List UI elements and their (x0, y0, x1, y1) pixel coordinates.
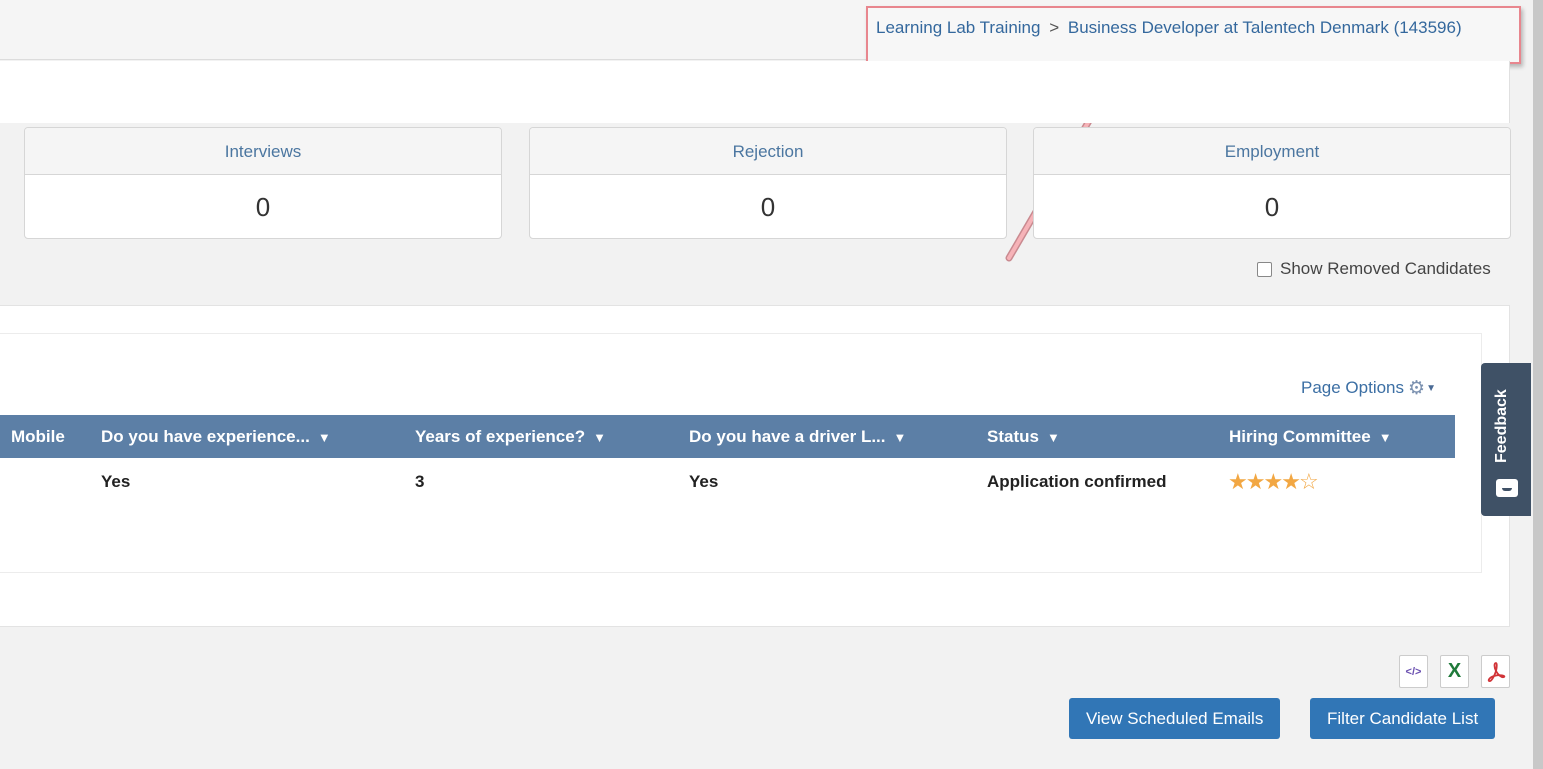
code-export-icon[interactable]: </> (1399, 655, 1428, 688)
star-filled-icon[interactable]: ★ (1263, 469, 1283, 494)
column-header-driver[interactable]: Do you have a driver L... ▼ (689, 415, 906, 459)
stat-card-interviews[interactable]: Interviews 0 (24, 127, 502, 239)
column-header-experience[interactable]: Do you have experience... ▼ (101, 415, 331, 459)
star-empty-icon[interactable]: ☆ (1299, 469, 1319, 494)
breadcrumb-current-link[interactable]: Business Developer at Talentech Denmark … (1068, 18, 1462, 37)
view-scheduled-emails-button[interactable]: View Scheduled Emails (1069, 698, 1281, 739)
show-removed-label: Show Removed Candidates (1280, 259, 1491, 278)
column-header-hiring-committee[interactable]: Hiring Committee ▼ (1229, 415, 1392, 459)
content-band (0, 61, 1510, 123)
stat-card-employment[interactable]: Employment 0 (1033, 127, 1511, 239)
rating-stars[interactable]: ★★★★☆ (1228, 469, 1319, 495)
breadcrumb-parent-link[interactable]: Learning Lab Training (876, 18, 1040, 37)
pdf-export-icon[interactable] (1481, 655, 1510, 688)
feedback-label: Feedback (1493, 389, 1510, 463)
cell-driver: Yes (689, 472, 719, 491)
feedback-face-icon (1496, 479, 1518, 497)
stat-label: Interviews (25, 128, 501, 175)
cell-status: Application confirmed (987, 472, 1167, 491)
show-removed-checkbox[interactable] (1257, 261, 1272, 277)
filter-icon[interactable]: ▼ (894, 416, 907, 459)
table-row[interactable]: Yes 3 Yes Application confirmed ★★★★☆ (0, 458, 1455, 508)
cell-experience: Yes (101, 472, 131, 491)
star-filled-icon[interactable]: ★ (1281, 469, 1301, 494)
filter-candidate-list-button[interactable]: Filter Candidate List (1310, 698, 1496, 739)
stat-card-rejection[interactable]: Rejection 0 (529, 127, 1007, 239)
cell-years: 3 (415, 472, 425, 491)
filter-icon[interactable]: ▼ (1047, 416, 1060, 459)
breadcrumb-separator: > (1049, 18, 1060, 37)
stat-label: Employment (1034, 128, 1510, 175)
page-options-label: Page Options (1301, 378, 1405, 397)
caret-down-icon: ▼ (1426, 382, 1436, 394)
pdf-icon (1487, 661, 1505, 682)
column-header-mobile[interactable]: Mobile (11, 415, 65, 458)
feedback-tab[interactable]: Feedback (1481, 363, 1531, 516)
stat-value: 0 (1264, 192, 1280, 222)
filter-icon[interactable]: ▼ (318, 416, 331, 459)
star-filled-icon[interactable]: ★ (1246, 469, 1266, 494)
filter-icon[interactable]: ▼ (1379, 416, 1392, 459)
gear-icon: ⚙ (1408, 377, 1426, 399)
stat-label: Rejection (530, 128, 1006, 175)
column-header-status[interactable]: Status ▼ (987, 415, 1060, 459)
grid-header: Mobile Do you have experience... ▼ Years … (0, 415, 1455, 458)
stat-value: 0 (255, 192, 271, 222)
scrollbar[interactable] (1533, 0, 1543, 769)
filter-icon[interactable]: ▼ (593, 416, 606, 459)
page-options-button[interactable]: Page Options ⚙ ▼ (1301, 376, 1436, 400)
show-removed-candidates[interactable]: Show Removed Candidates (1257, 258, 1491, 280)
star-filled-icon[interactable]: ★ (1228, 469, 1248, 494)
stat-value: 0 (760, 192, 776, 222)
column-header-years[interactable]: Years of experience? ▼ (415, 415, 606, 459)
breadcrumb: Learning Lab Training > Business Develop… (866, 6, 1521, 64)
excel-export-icon[interactable]: X (1440, 655, 1469, 688)
